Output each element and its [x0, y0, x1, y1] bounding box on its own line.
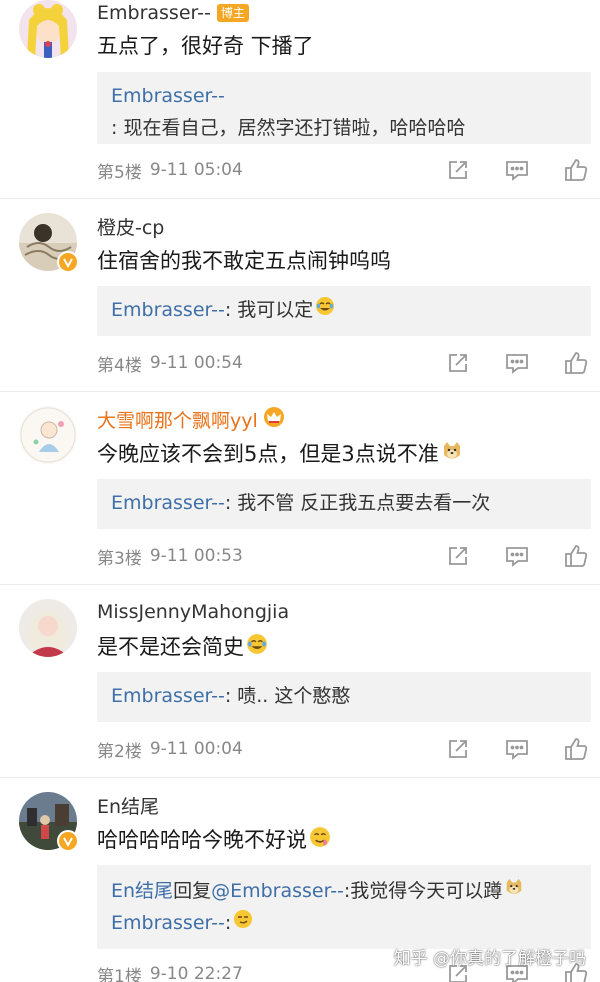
avatar[interactable]	[19, 0, 77, 58]
watermark: 知乎 @你真的了解橙子吗	[393, 949, 586, 969]
reply-author[interactable]: Embrasser--	[111, 907, 225, 939]
comment-icon[interactable]	[502, 155, 532, 185]
comment-meta: 第5楼 9-11 05:04	[97, 155, 591, 185]
vip-crown-icon	[262, 406, 286, 432]
comment-header: En结尾	[97, 792, 159, 818]
reply-text: : 啧.. 这个憨憨	[224, 685, 351, 707]
reply-box: Embrasser--: 啧.. 这个憨憨	[97, 672, 591, 722]
comment-header: 大雪啊那个飘啊yyl	[97, 406, 286, 432]
reply-box: En结尾 回复 @Embrasser--:我觉得今天可以蹲 Embrasser--:	[97, 865, 591, 949]
floor-number: 第3楼	[97, 548, 142, 569]
action-bar	[414, 348, 591, 378]
reply-text: : 现在看自己，居然字还打错啦，哈哈哈哈	[111, 117, 466, 139]
comment-icon[interactable]	[502, 541, 532, 571]
comment-header: 橙皮-cp	[97, 213, 164, 239]
timestamp: 9-11 00:04	[149, 739, 243, 759]
reply-text: :我觉得今天可以蹲	[343, 880, 503, 902]
comment-item: Embrasser-- 博主 五点了，很好奇 下播了 Embrasser-- : …	[0, 0, 600, 199]
reply-text: : 我不管 反正我五点要去看一次	[224, 492, 491, 514]
reply-author[interactable]: Embrasser--	[111, 294, 225, 326]
reply-word: 回复	[173, 880, 212, 902]
author-badge: 博主	[216, 4, 249, 22]
reply-box: Embrasser--: 我不管 反正我五点要去看一次	[97, 479, 591, 529]
comment-text: 哈哈哈哈哈今晚不好说	[97, 824, 331, 854]
reply-author[interactable]: Embrasser--	[111, 680, 225, 712]
reply-item: Embrasser--:	[111, 907, 577, 939]
like-icon[interactable]	[561, 348, 591, 378]
doge-emoji-icon	[504, 875, 524, 907]
share-icon[interactable]	[443, 155, 473, 185]
timestamp: 9-11 00:53	[149, 546, 243, 566]
laughing-tears-emoji-icon	[315, 294, 335, 326]
share-icon[interactable]	[443, 541, 473, 571]
comment-icon[interactable]	[502, 348, 532, 378]
comment-item: MissJennyMahongjia 是不是还会简史 Embrasser--: …	[0, 585, 600, 778]
comment-text: 是不是还会简史	[97, 631, 268, 661]
floor-number: 第5楼	[97, 162, 142, 183]
like-icon[interactable]	[561, 734, 591, 764]
like-icon[interactable]	[561, 541, 591, 571]
comment-meta: 第3楼 9-11 00:53	[97, 541, 591, 571]
avatar[interactable]	[19, 599, 77, 657]
avatar[interactable]	[19, 406, 77, 464]
username[interactable]: Embrasser--	[97, 2, 211, 24]
reply-item: Embrasser--: 我可以定	[111, 294, 577, 326]
action-bar	[414, 155, 591, 185]
comment-header: MissJennyMahongjia	[97, 599, 289, 625]
comment-icon[interactable]	[502, 734, 532, 764]
timestamp: 9-11 05:04	[149, 160, 243, 180]
comment-meta: 第2楼 9-11 00:04	[97, 734, 591, 764]
action-bar	[414, 734, 591, 764]
action-bar	[414, 541, 591, 571]
reply-box: Embrasser-- : 现在看自己，居然字还打错啦，哈哈哈哈	[97, 72, 591, 144]
comment-text: 住宿舍的我不敢定五点闹钟呜呜	[97, 249, 391, 273]
reply-box: Embrasser--: 我可以定	[97, 286, 591, 336]
comment-item: 大雪啊那个飘啊yyl 今晚应该不会到5点，但是3点说不准 Embrasser--…	[0, 392, 600, 585]
reply-text: :	[224, 912, 232, 934]
doge-emoji-icon	[441, 440, 463, 467]
comment-header: Embrasser-- 博主	[97, 0, 249, 26]
comment-item: 橙皮-cp 住宿舍的我不敢定五点闹钟呜呜 Embrasser--: 我可以定 第…	[0, 199, 600, 392]
share-icon[interactable]	[443, 348, 473, 378]
laughing-tears-emoji-icon	[246, 633, 268, 660]
comment-text: 五点了，很好奇 下播了	[97, 34, 314, 58]
floor-number: 第1楼	[97, 966, 142, 982]
like-icon[interactable]	[561, 155, 591, 185]
comment-feed: Embrasser-- 博主 五点了，很好奇 下播了 Embrasser--: …	[0, 0, 600, 982]
reply-text: : 我可以定	[224, 299, 314, 321]
comment-text: 今晚应该不会到5点，但是3点说不准	[97, 438, 463, 468]
floor-number: 第4楼	[97, 355, 142, 376]
reply-author[interactable]: Embrasser--	[111, 80, 225, 112]
reply-item: Embrasser-- : 现在看自己，居然字还打错啦，哈哈哈哈	[111, 80, 577, 144]
floor-number: 第2楼	[97, 741, 142, 762]
mention-link[interactable]: @Embrasser--	[211, 875, 344, 907]
timestamp: 9-10 22:27	[149, 964, 243, 982]
username[interactable]: 大雪啊那个飘啊yyl	[97, 406, 258, 433]
timestamp: 9-11 00:54	[149, 353, 243, 373]
verified-badge-icon	[57, 251, 79, 273]
reply-item: Embrasser--: 啧.. 这个憨憨	[111, 680, 577, 712]
username[interactable]: MissJennyMahongjia	[97, 601, 289, 623]
drooling-emoji-icon	[309, 826, 331, 853]
comment-meta: 第4楼 9-11 00:54	[97, 348, 591, 378]
reply-item: Embrasser--: 我不管 反正我五点要去看一次	[111, 487, 577, 519]
share-icon[interactable]	[443, 734, 473, 764]
username[interactable]: 橙皮-cp	[97, 213, 164, 240]
verified-badge-icon	[57, 830, 79, 852]
reply-author[interactable]: En结尾	[111, 875, 173, 907]
reply-item: En结尾 回复 @Embrasser--:我觉得今天可以蹲	[111, 875, 577, 907]
username[interactable]: En结尾	[97, 792, 159, 819]
smirk-emoji-icon	[233, 907, 253, 939]
reply-author[interactable]: Embrasser--	[111, 487, 225, 519]
